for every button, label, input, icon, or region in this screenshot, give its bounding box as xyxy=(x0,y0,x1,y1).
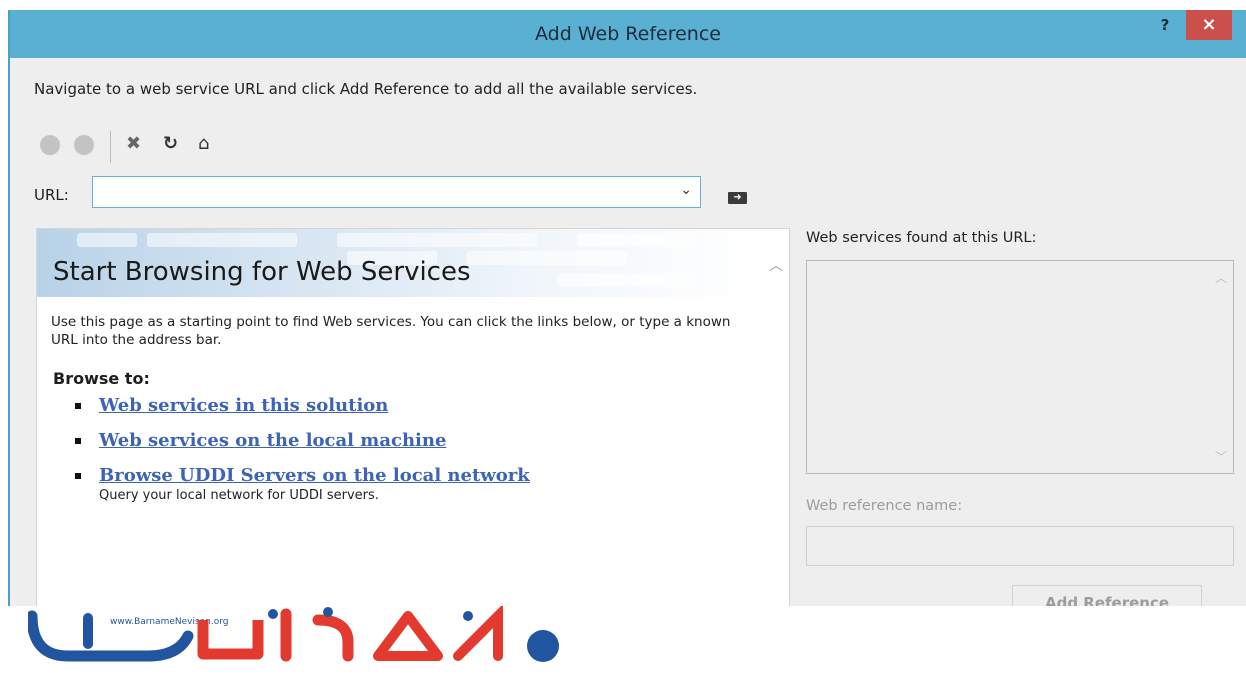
add-web-reference-dialog: Add Web Reference ? × Navigate to a web … xyxy=(8,10,1246,606)
forward-icon[interactable] xyxy=(74,135,94,155)
uddi-description: Query your local network for UDDI server… xyxy=(99,488,379,503)
close-button[interactable]: × xyxy=(1186,10,1232,40)
add-reference-button[interactable]: Add Reference xyxy=(1012,585,1202,606)
toolbar-divider xyxy=(110,131,111,163)
scroll-up-icon[interactable]: ︿ xyxy=(769,255,783,275)
bullet-icon xyxy=(75,473,81,479)
watermark-url: www.BarnameNevisan.org xyxy=(110,617,229,627)
bullet-icon xyxy=(75,438,81,444)
list-item: Web services on the local machine xyxy=(75,430,530,465)
stop-icon[interactable]: ✖ xyxy=(126,132,141,156)
browser-title: Start Browsing for Web Services xyxy=(53,257,471,287)
bullet-icon xyxy=(75,403,81,409)
link-local-machine-services[interactable]: Web services on the local machine xyxy=(99,430,446,451)
scroll-down-icon[interactable]: ﹀ xyxy=(1215,448,1227,465)
url-label: URL: xyxy=(34,186,69,204)
go-arrow-icon[interactable]: ➜ xyxy=(728,192,747,204)
title-bar: Add Web Reference ? × xyxy=(10,10,1246,58)
refresh-icon[interactable]: ↻ xyxy=(163,132,178,156)
web-reference-name-input[interactable] xyxy=(806,526,1234,566)
dialog-title: Add Web Reference xyxy=(535,23,721,45)
browser-pane: Start Browsing for Web Services ︿ Use th… xyxy=(36,228,790,606)
home-icon[interactable]: ⌂ xyxy=(198,132,209,156)
chevron-down-icon[interactable]: ⌄ xyxy=(680,182,692,198)
link-solution-services[interactable]: Web services in this solution xyxy=(99,395,388,416)
found-services-list[interactable]: ︿ ﹀ xyxy=(806,260,1234,474)
browser-intro: Use this page as a starting point to fin… xyxy=(51,314,731,348)
web-reference-name-label: Web reference name: xyxy=(806,498,963,514)
url-input[interactable]: ⌄ xyxy=(92,176,701,208)
back-icon[interactable] xyxy=(40,135,60,155)
list-item: Browse UDDI Servers on the local network… xyxy=(75,465,530,503)
instruction-text: Navigate to a web service URL and click … xyxy=(34,80,698,98)
scroll-up-icon[interactable]: ︿ xyxy=(1215,269,1227,286)
list-item: Web services in this solution xyxy=(75,395,530,430)
browser-banner: Start Browsing for Web Services xyxy=(37,229,762,297)
watermark-logo: www.BarnameNevisan.org xyxy=(28,606,559,662)
browse-heading: Browse to: xyxy=(53,369,150,388)
browse-links: Web services in this solution Web servic… xyxy=(75,395,530,503)
help-button[interactable]: ? xyxy=(1156,14,1174,36)
link-uddi-servers[interactable]: Browse UDDI Servers on the local network xyxy=(99,465,530,486)
found-services-label: Web services found at this URL: xyxy=(806,230,1037,246)
